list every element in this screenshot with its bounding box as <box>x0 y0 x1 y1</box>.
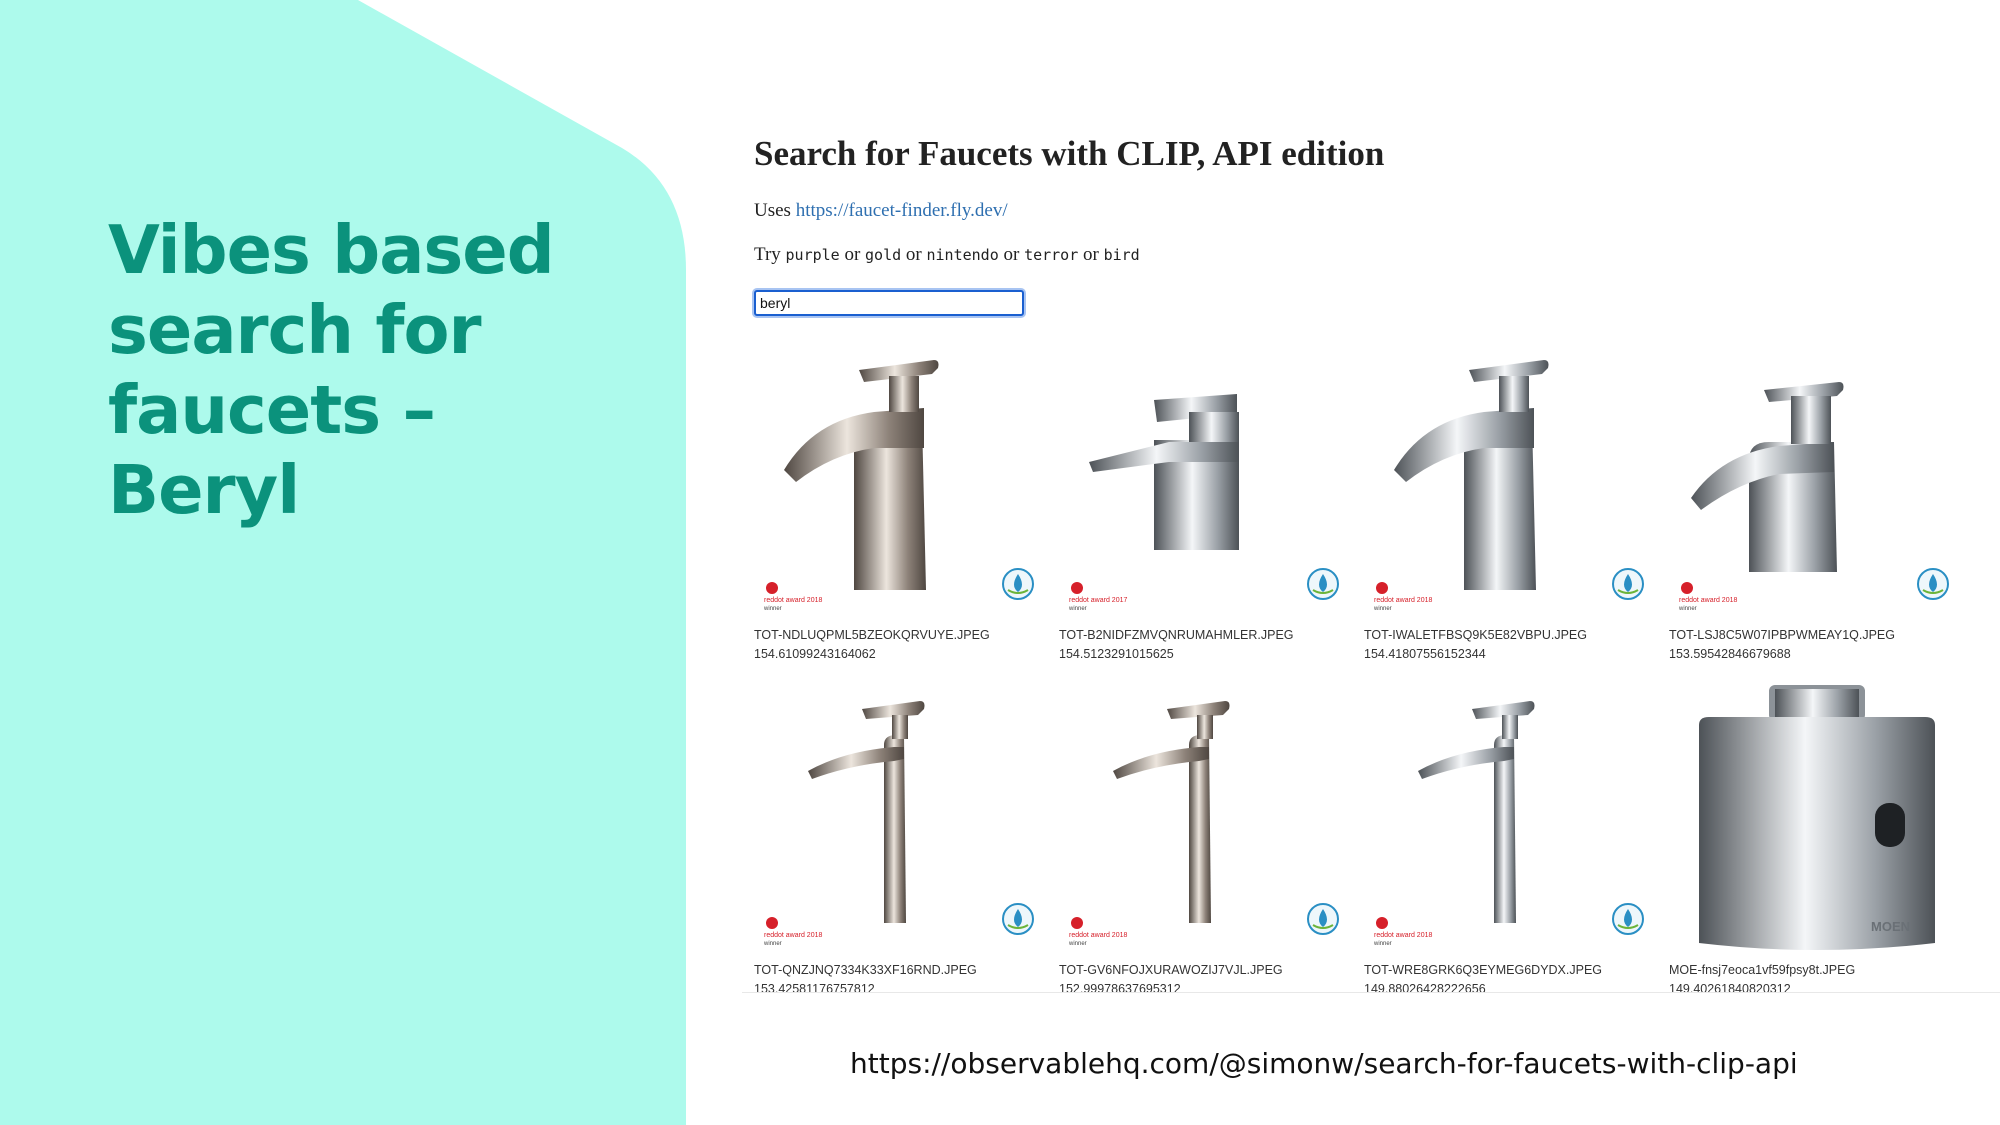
svg-text:winner: winner <box>763 941 782 947</box>
result-filename: TOT-IWALETFBSQ9K5E82VBPU.JPEG <box>1364 628 1587 642</box>
faucet-image: reddot award 2017 winner <box>1068 394 1339 612</box>
divider <box>742 992 2000 993</box>
reddot-award-badge: reddot award 2018 winner <box>763 582 822 612</box>
try-or: or <box>1003 244 1020 265</box>
result-filename: TOT-B2NIDFZMVQNRUMAHMLER.JPEG <box>1059 628 1294 642</box>
result-filename: TOT-NDLUQPML5BZEOKQRVUYE.JPEG <box>754 628 990 642</box>
watersense-badge-icon <box>1002 568 1034 600</box>
watersense-badge-icon <box>1612 903 1644 935</box>
svg-text:reddot award 2018: reddot award 2018 <box>764 597 822 604</box>
result-score: 154.41807556152344 <box>1364 647 1486 661</box>
result-filename: TOT-GV6NFOJXURAWOZIJ7VJL.JPEG <box>1059 963 1283 977</box>
reddot-award-badge: reddot award 2017 winner <box>1068 582 1127 612</box>
faucet-image: reddot award 2018 winner <box>1373 360 1644 612</box>
svg-text:winner: winner <box>1068 606 1087 612</box>
result-score: 153.59542846679688 <box>1669 647 1791 661</box>
result-score: 154.61099243164062 <box>754 647 876 661</box>
brand-logo: MOEN <box>1871 919 1910 934</box>
result-card[interactable]: reddot award 2018 winner TOT-WRE8GRK6Q3E… <box>1364 685 1654 1005</box>
footer-url: https://observablehq.com/@simonw/search-… <box>850 1047 1798 1080</box>
result-filename: TOT-WRE8GRK6Q3EYMEG6DYDX.JPEG <box>1364 963 1603 977</box>
result-filename: MOE-fnsj7eoca1vf59fpsy8t.JPEG <box>1669 963 1856 977</box>
svg-text:reddot award 2018: reddot award 2018 <box>1069 932 1127 939</box>
svg-text:winner: winner <box>1373 606 1392 612</box>
try-or: or <box>1083 244 1099 265</box>
svg-text:winner: winner <box>1373 941 1392 947</box>
result-card[interactable]: MOEN MOE-fnsj7eoca1vf59fpsy8t.JPEG 149.402… <box>1669 685 1959 1005</box>
result-card[interactable]: reddot award 2017 winner TOT-B2NIDFZMVQN… <box>1059 350 1349 670</box>
try-term: terror <box>1024 246 1079 264</box>
faucet-image: reddot award 2018 winner <box>763 701 1034 947</box>
svg-text:reddot award 2018: reddot award 2018 <box>1374 597 1432 604</box>
result-card[interactable]: reddot award 2018 winner TOT-NDLUQPML5BZ… <box>754 350 1044 670</box>
result-score: 149.40261840820312 <box>1669 982 1791 996</box>
notebook-screenshot: Search for Faucets with CLIP, API editio… <box>742 0 2000 1000</box>
accent-panel: Vibes based search for faucets – Beryl <box>0 0 686 1125</box>
svg-text:winner: winner <box>763 606 782 612</box>
watersense-badge-icon <box>1917 568 1949 600</box>
try-or: or <box>844 244 861 265</box>
reddot-award-badge: reddot award 2018 winner <box>1678 582 1737 612</box>
svg-text:winner: winner <box>1678 606 1697 612</box>
reddot-award-badge: reddot award 2018 winner <box>1373 582 1432 612</box>
notebook-title: Search for Faucets with CLIP, API editio… <box>754 134 1385 173</box>
svg-text:reddot award 2018: reddot award 2018 <box>1679 597 1737 604</box>
slide-title: Vibes based search for faucets – Beryl <box>108 211 555 529</box>
faucet-image: reddot award 2018 winner <box>1068 701 1339 947</box>
result-score: 154.5123291015625 <box>1059 647 1174 661</box>
faucet-image: reddot award 2018 winner <box>1373 701 1644 947</box>
svg-text:reddot award 2017: reddot award 2017 <box>1069 597 1127 604</box>
result-filename: TOT-LSJ8C5W07IPBPWMEAY1Q.JPEG <box>1669 628 1895 642</box>
result-card[interactable]: reddot award 2018 winner TOT-QNZJNQ7334K… <box>754 685 1044 1005</box>
search-input[interactable] <box>754 290 1024 316</box>
try-term: nintendo <box>926 246 999 264</box>
reddot-award-badge: reddot award 2018 winner <box>1068 917 1127 947</box>
result-score: 153.42581176757812 <box>754 982 875 996</box>
svg-text:winner: winner <box>1068 941 1087 947</box>
watersense-badge-icon <box>1002 903 1034 935</box>
watersense-badge-icon <box>1307 903 1339 935</box>
faucet-image: reddot award 2018 winner <box>1678 382 1949 612</box>
uses-line: Uses https://faucet-finder.fly.dev/ <box>754 200 1008 222</box>
try-term: bird <box>1103 246 1140 264</box>
watersense-badge-icon <box>1307 568 1339 600</box>
result-card[interactable]: reddot award 2018 winner TOT-GV6NFOJXURA… <box>1059 685 1349 1005</box>
try-term: purple <box>785 246 840 264</box>
faucet-image: MOEN <box>1699 685 1935 950</box>
svg-text:reddot award 2018: reddot award 2018 <box>1374 932 1432 939</box>
uses-prefix: Uses <box>754 200 791 221</box>
faucet-image: reddot award 2018 winner <box>763 360 1034 612</box>
accent-panel-shape <box>0 0 686 1125</box>
reddot-award-badge: reddot award 2018 winner <box>1373 917 1432 947</box>
try-term: gold <box>865 246 902 264</box>
svg-text:reddot award 2018: reddot award 2018 <box>764 932 822 939</box>
try-prefix: Try <box>754 244 781 265</box>
result-card[interactable]: reddot award 2018 winner TOT-LSJ8C5W07IP… <box>1669 350 1959 670</box>
reddot-award-badge: reddot award 2018 winner <box>763 917 822 947</box>
result-score: 149.88026428222656 <box>1364 982 1486 996</box>
result-filename: TOT-QNZJNQ7334K33XF16RND.JPEG <box>754 963 977 977</box>
results-grid: reddot award 2018 winner TOT-NDLUQPML5BZ… <box>754 350 1994 996</box>
result-score: 152.99978637695312 <box>1059 982 1181 996</box>
watersense-badge-icon <box>1612 568 1644 600</box>
try-line: Try purple or gold or nintendo or terror… <box>754 244 1140 266</box>
try-or: or <box>905 244 922 265</box>
result-card[interactable]: reddot award 2018 winner TOT-IWALETFBSQ9… <box>1364 350 1654 670</box>
faucet-finder-link[interactable]: https://faucet-finder.fly.dev/ <box>796 200 1008 221</box>
